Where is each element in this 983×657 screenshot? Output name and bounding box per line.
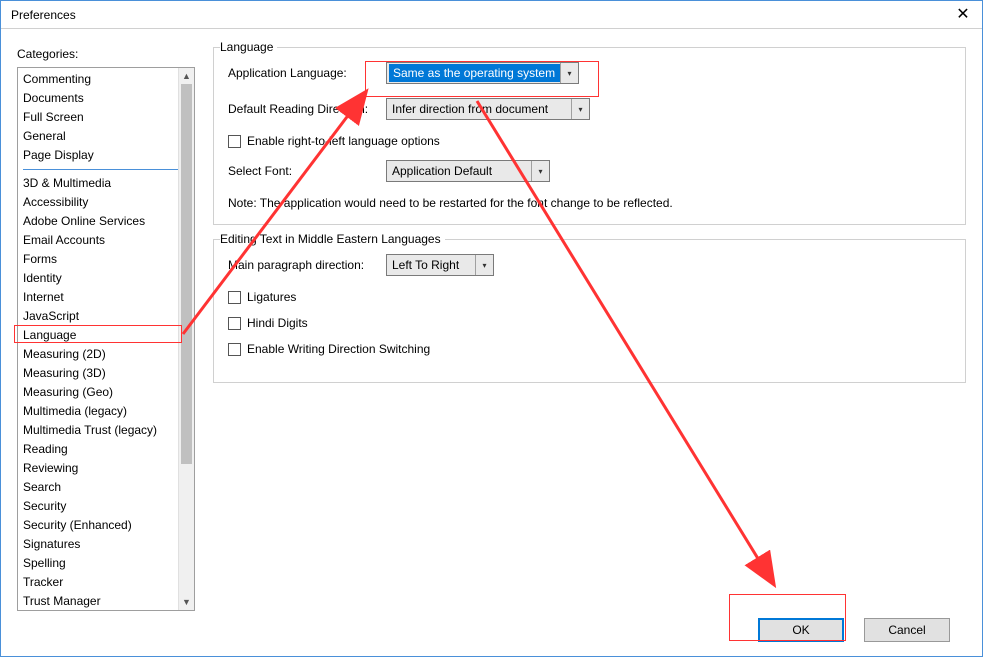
- list-item[interactable]: Forms: [18, 250, 194, 269]
- group-body: Main paragraph direction: Left To Right …: [228, 254, 951, 356]
- list-item[interactable]: Tracker: [18, 573, 194, 592]
- settings-panel: Language Application Language: Same as t…: [213, 47, 966, 588]
- scrollbar[interactable]: ▲ ▼: [178, 68, 194, 610]
- hindi-digits-row: Hindi Digits: [228, 316, 951, 330]
- chevron-down-icon: ▾: [571, 99, 589, 119]
- list-item[interactable]: Search: [18, 478, 194, 497]
- app-language-row: Application Language: Same as the operat…: [228, 62, 951, 84]
- chevron-down-icon: ▾: [475, 255, 493, 275]
- list-item[interactable]: Reviewing: [18, 459, 194, 478]
- rtl-checkbox-row: Enable right-to-left language options: [228, 134, 951, 148]
- list-item[interactable]: Identity: [18, 269, 194, 288]
- group-legend: Editing Text in Middle Eastern Languages: [220, 232, 445, 246]
- list-item-language[interactable]: Language: [18, 326, 194, 345]
- list-item[interactable]: Signatures: [18, 535, 194, 554]
- reading-direction-select[interactable]: Infer direction from document ▾: [386, 98, 590, 120]
- categories-sidebar: Categories: Commenting Documents Full Sc…: [17, 47, 195, 588]
- font-select[interactable]: Application Default ▾: [386, 160, 550, 182]
- rtl-checkbox-label: Enable right-to-left language options: [247, 134, 440, 148]
- list-item[interactable]: Email Accounts: [18, 231, 194, 250]
- list-item[interactable]: Security (Enhanced): [18, 516, 194, 535]
- list-item[interactable]: Documents: [18, 89, 194, 108]
- scroll-thumb[interactable]: [181, 84, 192, 464]
- list-item[interactable]: Adobe Online Services: [18, 212, 194, 231]
- font-label: Select Font:: [228, 164, 376, 178]
- writing-dir-checkbox[interactable]: [228, 343, 241, 356]
- app-language-select[interactable]: Same as the operating system ▾: [386, 62, 579, 84]
- list-item[interactable]: Spelling: [18, 554, 194, 573]
- select-value: Same as the operating system: [389, 64, 560, 82]
- dialog-title: Preferences: [11, 8, 76, 22]
- restart-note: Note: The application would need to be r…: [228, 196, 951, 210]
- select-value: Application Default: [392, 164, 531, 178]
- group-legend: Language: [220, 40, 277, 54]
- hindi-digits-checkbox[interactable]: [228, 317, 241, 330]
- list-item[interactable]: Full Screen: [18, 108, 194, 127]
- language-group: Language Application Language: Same as t…: [213, 47, 966, 225]
- categories-label: Categories:: [17, 47, 195, 61]
- chevron-down-icon: ▾: [531, 161, 549, 181]
- ligatures-label: Ligatures: [247, 290, 296, 304]
- dialog-buttons: OK Cancel: [1, 604, 982, 656]
- list-divider: [23, 169, 189, 170]
- reading-direction-label: Default Reading Direction:: [228, 102, 376, 116]
- categories-listbox[interactable]: Commenting Documents Full Screen General…: [17, 67, 195, 611]
- list-item[interactable]: Reading: [18, 440, 194, 459]
- list-item[interactable]: Measuring (3D): [18, 364, 194, 383]
- reading-direction-row: Default Reading Direction: Infer directi…: [228, 98, 951, 120]
- list-item[interactable]: Commenting: [18, 70, 194, 89]
- preferences-dialog: Preferences ✕ Categories: Commenting Doc…: [0, 0, 983, 657]
- chevron-down-icon: ▾: [560, 63, 578, 83]
- paragraph-direction-label: Main paragraph direction:: [228, 258, 376, 272]
- listbox-content: Commenting Documents Full Screen General…: [18, 68, 194, 611]
- list-item[interactable]: Measuring (2D): [18, 345, 194, 364]
- font-row: Select Font: Application Default ▾: [228, 160, 951, 182]
- ligatures-checkbox[interactable]: [228, 291, 241, 304]
- rtl-checkbox[interactable]: [228, 135, 241, 148]
- list-item[interactable]: Measuring (Geo): [18, 383, 194, 402]
- paragraph-direction-select[interactable]: Left To Right ▾: [386, 254, 494, 276]
- scroll-up-icon[interactable]: ▲: [179, 68, 194, 84]
- list-item[interactable]: Multimedia (legacy): [18, 402, 194, 421]
- list-item[interactable]: General: [18, 127, 194, 146]
- list-item[interactable]: Page Display: [18, 146, 194, 165]
- paragraph-direction-row: Main paragraph direction: Left To Right …: [228, 254, 951, 276]
- list-item[interactable]: 3D & Multimedia: [18, 174, 194, 193]
- titlebar: Preferences ✕: [1, 1, 982, 29]
- writing-dir-row: Enable Writing Direction Switching: [228, 342, 951, 356]
- ok-button[interactable]: OK: [758, 618, 844, 642]
- writing-dir-label: Enable Writing Direction Switching: [247, 342, 430, 356]
- close-icon[interactable]: ✕: [952, 4, 974, 26]
- select-value: Infer direction from document: [392, 102, 571, 116]
- list-item[interactable]: Multimedia Trust (legacy): [18, 421, 194, 440]
- editing-group: Editing Text in Middle Eastern Languages…: [213, 239, 966, 383]
- app-language-label: Application Language:: [228, 66, 376, 80]
- group-body: Application Language: Same as the operat…: [228, 62, 951, 210]
- select-value: Left To Right: [392, 258, 475, 272]
- dialog-body: Categories: Commenting Documents Full Sc…: [1, 29, 982, 604]
- list-item[interactable]: Accessibility: [18, 193, 194, 212]
- list-item[interactable]: JavaScript: [18, 307, 194, 326]
- ligatures-row: Ligatures: [228, 290, 951, 304]
- hindi-digits-label: Hindi Digits: [247, 316, 308, 330]
- list-item[interactable]: Internet: [18, 288, 194, 307]
- cancel-button[interactable]: Cancel: [864, 618, 950, 642]
- list-item[interactable]: Security: [18, 497, 194, 516]
